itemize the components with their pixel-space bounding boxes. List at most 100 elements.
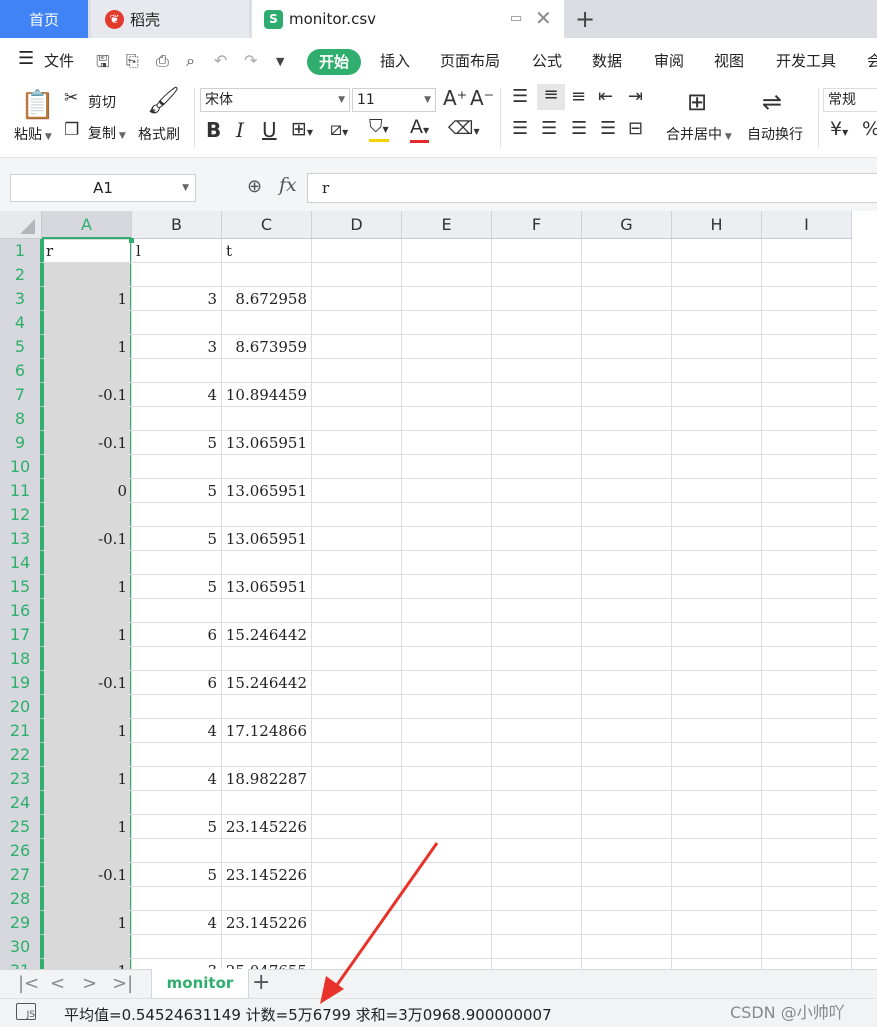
currency-icon[interactable]: ¥▼: [830, 118, 848, 140]
row-header-16[interactable]: 16: [0, 599, 42, 623]
column-header-c[interactable]: C: [222, 211, 312, 239]
row-header-18[interactable]: 18: [0, 647, 42, 671]
row-header-2[interactable]: 2: [0, 263, 42, 287]
italic-icon[interactable]: I: [236, 118, 244, 142]
percent-icon[interactable]: %: [862, 118, 877, 140]
row-header-11[interactable]: 11: [0, 479, 42, 503]
cell-c1[interactable]: t: [222, 239, 311, 263]
wrap-text-button[interactable]: 自动换行: [747, 124, 803, 144]
name-box[interactable]: A1 ▼: [10, 174, 196, 202]
row-header-25[interactable]: 25: [0, 815, 42, 839]
function-icon[interactable]: fx: [279, 174, 297, 196]
cell-a13[interactable]: -0.1: [42, 527, 131, 551]
row-header-22[interactable]: 22: [0, 743, 42, 767]
first-sheet-icon[interactable]: |<: [18, 973, 39, 994]
cell-a29[interactable]: 1: [42, 911, 131, 935]
fill-pattern-icon[interactable]: ⧄▼: [330, 118, 348, 140]
font-name-select[interactable]: 宋体 ▼: [200, 88, 350, 112]
decrease-indent-icon[interactable]: ⇤: [598, 86, 613, 107]
cell-b11[interactable]: 5: [132, 479, 221, 503]
cell-a21[interactable]: 1: [42, 719, 131, 743]
row-header-9[interactable]: 9: [0, 431, 42, 455]
save-icon[interactable]: 🖫: [96, 51, 110, 78]
hamburger-icon[interactable]: ☰: [18, 48, 34, 69]
cell-c29[interactable]: 23.145226: [222, 911, 311, 935]
row-header-7[interactable]: 7: [0, 383, 42, 407]
pin-icon[interactable]: ▭: [510, 11, 522, 26]
increase-indent-icon[interactable]: ⇥: [628, 86, 643, 107]
row-header-17[interactable]: 17: [0, 623, 42, 647]
sheet-tab-monitor[interactable]: monitor: [151, 969, 249, 998]
copy-icon[interactable]: ❐: [64, 120, 79, 140]
cell-b3[interactable]: 3: [132, 287, 221, 311]
row-header-19[interactable]: 19: [0, 671, 42, 695]
cell-b7[interactable]: 4: [132, 383, 221, 407]
last-sheet-icon[interactable]: >|: [112, 973, 133, 994]
row-header-10[interactable]: 10: [0, 455, 42, 479]
cell-c13[interactable]: 13.065951: [222, 527, 311, 551]
menu-formula[interactable]: 公式: [532, 50, 562, 71]
redo-icon[interactable]: ↷: [244, 51, 257, 70]
cell-a23[interactable]: 1: [42, 767, 131, 791]
align-top-icon[interactable]: ☰: [512, 86, 528, 107]
cell-c11[interactable]: 13.065951: [222, 479, 311, 503]
macro-icon[interactable]: JS: [16, 1003, 36, 1020]
row-header-24[interactable]: 24: [0, 791, 42, 815]
column-header-d[interactable]: D: [312, 211, 402, 239]
selection-handle[interactable]: [129, 238, 134, 243]
border-icon[interactable]: ⊞▼: [291, 118, 313, 140]
cell-a27[interactable]: -0.1: [42, 863, 131, 887]
align-center-icon[interactable]: ☰: [541, 118, 557, 139]
number-format-select[interactable]: 常规: [823, 88, 877, 112]
cell-b15[interactable]: 5: [132, 575, 221, 599]
font-size-select[interactable]: 11 ▼: [352, 88, 436, 112]
cell-c3[interactable]: 8.672958: [222, 287, 311, 311]
row-header-4[interactable]: 4: [0, 311, 42, 335]
prev-sheet-icon[interactable]: <: [50, 973, 65, 994]
row-header-20[interactable]: 20: [0, 695, 42, 719]
menu-file[interactable]: 文件: [44, 50, 74, 71]
row-header-8[interactable]: 8: [0, 407, 42, 431]
cell-b23[interactable]: 4: [132, 767, 221, 791]
row-header-5[interactable]: 5: [0, 335, 42, 359]
font-color-icon[interactable]: A▼: [410, 118, 430, 143]
cell-c7[interactable]: 10.894459: [222, 383, 311, 407]
cell-a17[interactable]: 1: [42, 623, 131, 647]
align-middle-icon[interactable]: ≡: [537, 84, 565, 110]
cell-c23[interactable]: 18.982287: [222, 767, 311, 791]
row-header-3[interactable]: 3: [0, 287, 42, 311]
copy-button[interactable]: 复制 ▼: [88, 123, 126, 143]
row-header-28[interactable]: 28: [0, 887, 42, 911]
distribute-icon[interactable]: ⊟: [628, 118, 643, 139]
underline-icon[interactable]: U: [262, 118, 277, 142]
decrease-font-icon[interactable]: A⁻: [470, 86, 494, 110]
add-sheet-icon[interactable]: +: [252, 970, 270, 995]
cell-c21[interactable]: 17.124866: [222, 719, 311, 743]
tab-home[interactable]: 首页: [0, 0, 88, 38]
row-header-23[interactable]: 23: [0, 767, 42, 791]
align-left-icon[interactable]: ☰: [512, 118, 528, 139]
select-all-corner[interactable]: [0, 211, 42, 239]
cell-b29[interactable]: 4: [132, 911, 221, 935]
cell-a15[interactable]: 1: [42, 575, 131, 599]
tab-monitor-csv[interactable]: S monitor.csv ▭ ✕: [252, 0, 564, 38]
column-header-e[interactable]: E: [402, 211, 492, 239]
merge-cells-icon[interactable]: ⊞: [687, 88, 707, 116]
next-sheet-icon[interactable]: >: [82, 973, 97, 994]
cell-c31[interactable]: 25.047655: [222, 959, 311, 969]
row-header-27[interactable]: 27: [0, 863, 42, 887]
row-header-26[interactable]: 26: [0, 839, 42, 863]
cell-c27[interactable]: 23.145226: [222, 863, 311, 887]
close-icon[interactable]: ✕: [535, 6, 552, 30]
print-preview-icon[interactable]: ⌕: [186, 51, 195, 71]
row-header-1[interactable]: 1: [0, 239, 42, 263]
menu-page-layout[interactable]: 页面布局: [440, 50, 500, 71]
format-painter-icon[interactable]: 🖌: [147, 86, 180, 116]
export-pdf-icon[interactable]: ⎘: [126, 51, 139, 71]
row-header-13[interactable]: 13: [0, 527, 42, 551]
align-right-icon[interactable]: ☰: [571, 118, 587, 139]
paste-button[interactable]: 粘贴 ▼: [14, 124, 52, 144]
cell-a7[interactable]: -0.1: [42, 383, 131, 407]
align-bottom-icon[interactable]: ≡: [571, 86, 586, 107]
cell-c9[interactable]: 13.065951: [222, 431, 311, 455]
